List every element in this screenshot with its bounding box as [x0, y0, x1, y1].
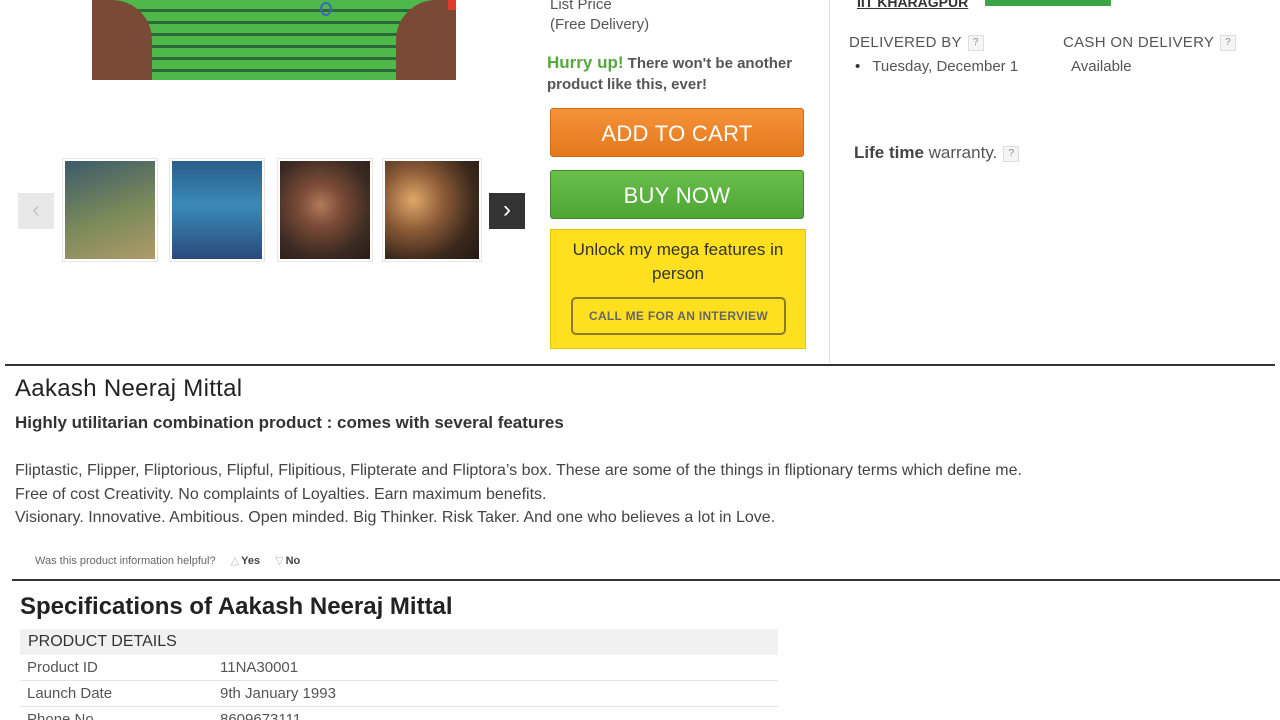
check-pincode-button[interactable]: [985, 0, 1111, 6]
helpful-yes-button[interactable]: △ Yes: [231, 555, 260, 567]
shirt-logo: [320, 2, 332, 16]
helpful-question: Was this product information helpful?: [35, 555, 216, 567]
spec-key: Product ID: [27, 659, 98, 676]
thumbnail-image: [280, 161, 370, 259]
product-description: Fliptastic, Flipper, Fliptorious, Flipfu…: [15, 459, 1265, 530]
spec-key: Launch Date: [27, 685, 113, 702]
edge-feedback-tab[interactable]: [1266, 270, 1280, 330]
arm-left: [92, 0, 152, 80]
arm-right: [396, 0, 456, 80]
thumbnail-image: [65, 161, 155, 259]
gallery-thumbnail[interactable]: [382, 158, 482, 262]
help-icon[interactable]: ?: [1003, 145, 1020, 162]
gallery-thumbnail[interactable]: [277, 158, 373, 262]
warranty-info: Life time warranty.?: [854, 143, 1020, 163]
thumbs-down-icon: ▽: [275, 555, 284, 567]
hurry-lead: Hurry up!: [547, 53, 624, 72]
product-tagline: Highly utilitarian combination product :…: [15, 413, 564, 432]
table-row: Launch Date 9th January 1993: [20, 681, 778, 707]
gallery-thumbnail[interactable]: [169, 158, 265, 262]
section-divider: [5, 364, 1275, 366]
buy-now-button[interactable]: BUY NOW: [550, 170, 804, 219]
unlock-features-box: Unlock my mega features in person CALL M…: [550, 229, 806, 349]
table-row: Product ID 11NA30001: [20, 655, 778, 681]
cod-label: CASH ON DELIVERY: [1063, 34, 1215, 51]
product-name: Aakash Neeraj Mittal: [15, 375, 243, 402]
bullet-icon: •: [855, 58, 861, 75]
unlock-message: Unlock my mega features in person: [572, 240, 784, 283]
column-divider: [829, 0, 830, 362]
carousel-prev-icon[interactable]: ‹: [18, 193, 54, 229]
description-line: Visionary. Innovative. Ambitious. Open m…: [15, 509, 776, 526]
cod-header: CASH ON DELIVERY?: [1063, 34, 1237, 52]
red-patch: [448, 0, 456, 10]
helpful-no-label: No: [285, 555, 301, 567]
table-row: Phone No 8609673111: [20, 707, 778, 720]
thumbnail-image: [172, 161, 262, 259]
add-to-cart-button[interactable]: ADD TO CART: [550, 108, 804, 157]
thumbs-up-icon: △: [230, 555, 240, 567]
helpful-yes-label: Yes: [241, 555, 261, 567]
delivery-date: • Tuesday, December 1: [855, 58, 1018, 75]
delivered-by-label: DELIVERED BY: [849, 34, 962, 51]
gallery-thumbnail[interactable]: [62, 158, 158, 262]
warranty-bold: Life time: [854, 143, 924, 162]
helpful-feedback: Was this product information helpful? △ Y…: [35, 554, 300, 567]
description-line: Fliptastic, Flipper, Fliptorious, Flipfu…: [15, 462, 1022, 479]
description-line: Free of cost Creativity. No complaints o…: [15, 485, 547, 503]
list-price-label: List Price: [550, 0, 612, 13]
carousel-next-icon[interactable]: ›: [489, 193, 525, 229]
delivery-city-link[interactable]: IIT KHARAGPUR: [857, 0, 968, 10]
warranty-rest: warranty.: [923, 143, 998, 162]
spec-value: 9th January 1993: [220, 685, 336, 702]
cod-value: Available: [1071, 58, 1132, 75]
helpful-no-button[interactable]: ▽ No: [275, 555, 300, 567]
hurry-message: Hurry up! There won't be another product…: [547, 52, 807, 95]
thumbnail-image: [385, 161, 479, 259]
delivered-by-value: Tuesday, December 1: [872, 58, 1019, 75]
specifications-title: Specifications of Aakash Neeraj Mittal: [20, 593, 453, 620]
free-delivery-note: (Free Delivery): [550, 16, 650, 33]
spec-section-header: PRODUCT DETAILS: [20, 629, 778, 655]
call-for-interview-button[interactable]: CALL ME FOR AN INTERVIEW: [571, 297, 786, 335]
spec-key: Phone No: [27, 711, 94, 720]
help-icon[interactable]: ?: [1220, 35, 1237, 52]
delivered-by-header: DELIVERED BY?: [849, 34, 984, 52]
spec-value: 8609673111: [220, 711, 302, 720]
section-divider: [12, 579, 1280, 581]
specifications-table: PRODUCT DETAILS Product ID 11NA30001 Lau…: [20, 629, 778, 720]
help-icon[interactable]: ?: [967, 35, 984, 52]
product-main-image: [92, 0, 456, 80]
spec-value: 11NA30001: [220, 659, 299, 676]
